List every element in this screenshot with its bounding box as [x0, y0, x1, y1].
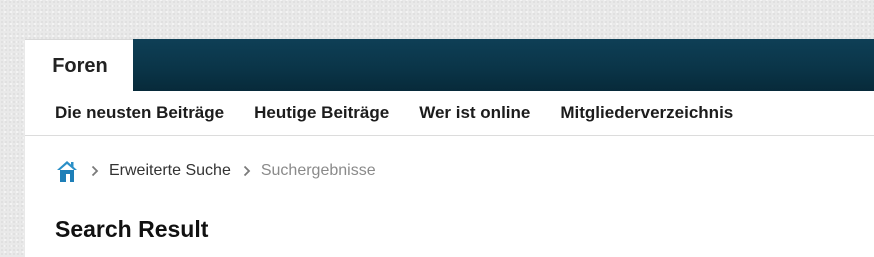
- sub-navigation: Die neusten Beiträge Heutige Beiträge We…: [25, 91, 874, 136]
- breadcrumb: Erweiterte Suche Suchergebnisse: [55, 159, 376, 183]
- breadcrumb-advanced-search[interactable]: Erweiterte Suche: [109, 162, 231, 180]
- breadcrumb-search-results: Suchergebnisse: [260, 162, 376, 179]
- subnav-who-is-online[interactable]: Wer ist online: [419, 103, 530, 123]
- page-container: Foren Die neusten Beiträge Heutige Beitr…: [25, 39, 874, 257]
- page-title: Search Result: [55, 216, 209, 242]
- subnav-latest-posts[interactable]: Die neusten Beiträge: [55, 103, 224, 123]
- tab-foren-label: Foren: [52, 54, 108, 77]
- chevron-right-icon: [91, 165, 99, 177]
- chevron-right-icon: [243, 165, 251, 177]
- home-icon[interactable]: [55, 159, 79, 183]
- subnav-todays-posts[interactable]: Heutige Beiträge: [254, 103, 389, 123]
- tab-foren[interactable]: Foren: [25, 39, 133, 92]
- top-navigation-bar: Foren: [25, 39, 874, 92]
- subnav-member-list[interactable]: Mitgliederverzeichnis: [560, 103, 733, 123]
